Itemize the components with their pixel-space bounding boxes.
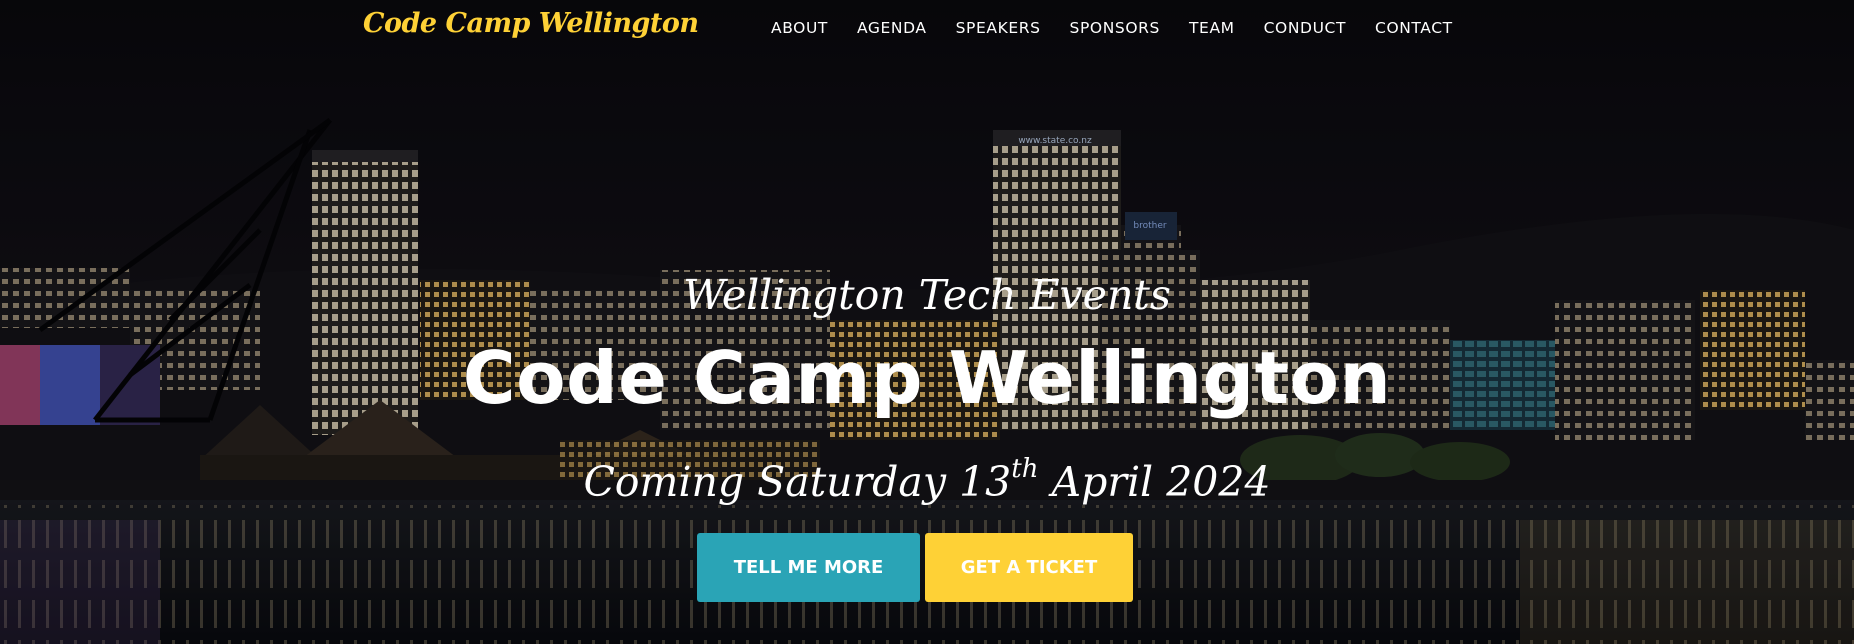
nav-item-agenda[interactable]: AGENDA: [857, 19, 927, 37]
event-date: Coming Saturday 13th April 2024: [0, 454, 1854, 506]
top-navigation: Code Camp Wellington ABOUT AGENDA SPEAKE…: [0, 0, 1854, 58]
nav-item-contact[interactable]: CONTACT: [1375, 19, 1453, 37]
nav-item-conduct[interactable]: CONDUCT: [1264, 19, 1346, 37]
nav-item-sponsors[interactable]: SPONSORS: [1070, 19, 1160, 37]
get-a-ticket-button[interactable]: GET A TICKET: [925, 533, 1133, 602]
hero-buttons: TELL ME MORE GET A TICKET: [697, 533, 1133, 602]
hero-lead-text: Wellington Tech Events: [683, 271, 1171, 319]
nav-item-team[interactable]: TEAM: [1189, 19, 1235, 37]
brand-logo-link[interactable]: Code Camp Wellington: [363, 8, 699, 39]
tell-me-more-button[interactable]: TELL ME MORE: [697, 533, 920, 602]
event-date-ordinal: th: [1011, 454, 1039, 485]
nav-menu: ABOUT AGENDA SPEAKERS SPONSORS TEAM COND…: [771, 19, 1453, 37]
nav-item-about[interactable]: ABOUT: [771, 19, 828, 37]
event-date-prefix: Coming Saturday 13: [583, 458, 1012, 506]
hero-title: Code Camp Wellington: [462, 336, 1392, 420]
nav-item-speakers[interactable]: SPEAKERS: [956, 19, 1041, 37]
event-date-suffix: April 2024: [1038, 458, 1271, 506]
